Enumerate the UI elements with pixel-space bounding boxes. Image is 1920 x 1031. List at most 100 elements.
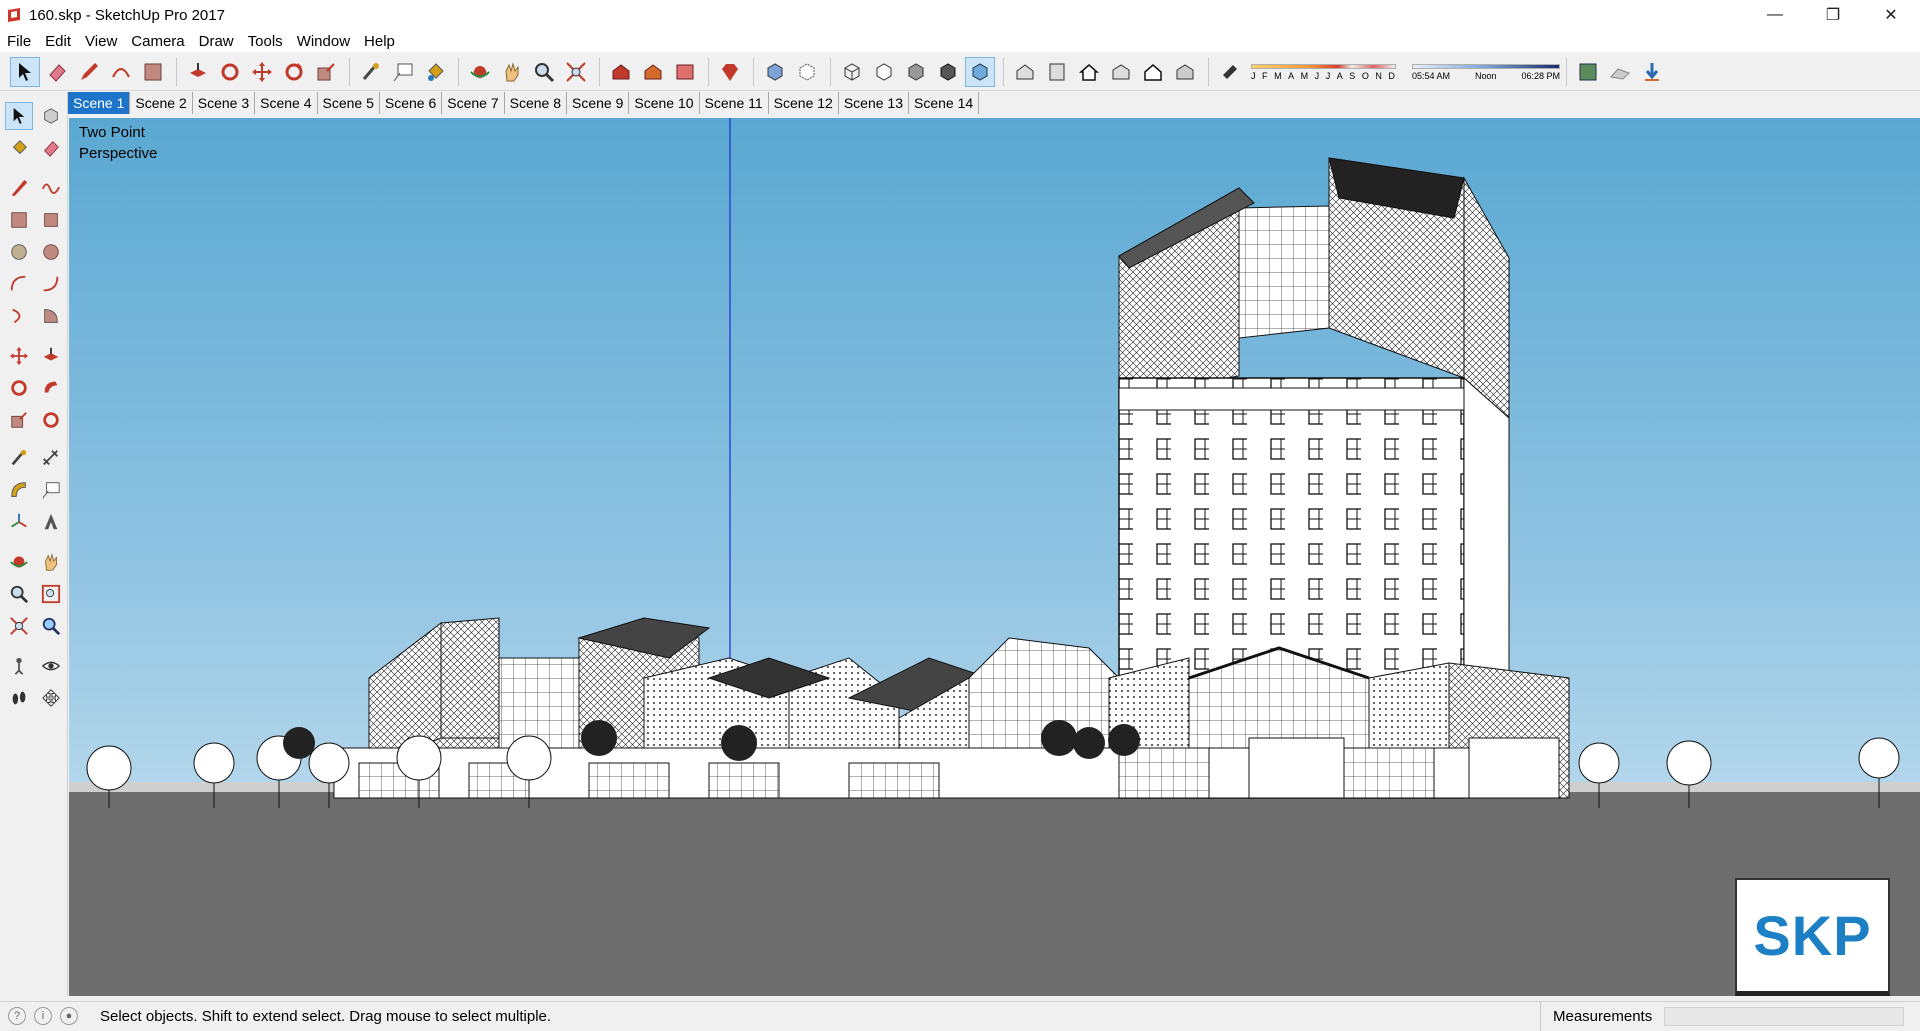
palette-text-button[interactable] [37, 476, 65, 504]
pan-button[interactable] [497, 57, 527, 87]
palette-pan-button[interactable] [37, 548, 65, 576]
text-tool-button[interactable] [388, 57, 418, 87]
warehouse-button[interactable] [606, 57, 636, 87]
palette-rotated-rectangle-button[interactable] [37, 206, 65, 234]
palette-line-button[interactable] [5, 174, 33, 202]
ruby-console-button[interactable] [715, 57, 745, 87]
palette-polygon-button[interactable] [37, 238, 65, 266]
palette-dimension-button[interactable] [37, 444, 65, 472]
palette-freehand-button[interactable] [37, 174, 65, 202]
push-pull-tool-button[interactable] [183, 57, 213, 87]
palette-arc-button[interactable] [5, 270, 33, 298]
offset-tool-button[interactable] [215, 57, 245, 87]
credits-info-icon[interactable]: i [34, 1007, 52, 1025]
geo-location-icon[interactable]: ? [8, 1007, 26, 1025]
menu-file[interactable]: File [0, 33, 38, 50]
palette-section-plane-button[interactable] [37, 684, 65, 712]
hidden-line-button[interactable] [869, 57, 899, 87]
extension-warehouse-button[interactable] [670, 57, 700, 87]
shadows-toggle-button[interactable] [1215, 57, 1245, 87]
minimize-button[interactable]: — [1746, 0, 1804, 30]
select-tool-button[interactable] [10, 57, 40, 87]
user-account-icon[interactable]: ● [60, 1007, 78, 1025]
palette-tape-measure-button[interactable] [5, 444, 33, 472]
tab-scene-12[interactable]: Scene 12 [769, 92, 839, 114]
menu-tools[interactable]: Tools [241, 33, 290, 50]
zoom-button[interactable] [529, 57, 559, 87]
palette-protractor-button[interactable] [5, 476, 33, 504]
palette-make-component-button[interactable] [37, 102, 65, 130]
menu-draw[interactable]: Draw [192, 33, 241, 50]
menu-window[interactable]: Window [290, 33, 357, 50]
tab-scene-11[interactable]: Scene 11 [700, 92, 769, 114]
measurements-input[interactable] [1664, 1007, 1904, 1026]
palette-select-button[interactable] [5, 102, 33, 130]
back-view-button[interactable] [1138, 57, 1168, 87]
zoom-extents-button[interactable] [561, 57, 591, 87]
eraser-tool-button[interactable] [42, 57, 72, 87]
shadow-date-slider[interactable]: J F M A M J J A S O N D [1251, 63, 1396, 81]
tab-scene-2[interactable]: Scene 2 [130, 92, 193, 114]
time-slider-track[interactable] [1412, 63, 1560, 69]
palette-orbit-button[interactable] [5, 548, 33, 576]
tab-scene-14[interactable]: Scene 14 [909, 92, 980, 114]
palette-previous-view-button[interactable] [37, 612, 65, 640]
tab-scene-13[interactable]: Scene 13 [839, 92, 910, 114]
tab-scene-6[interactable]: Scene 6 [380, 92, 443, 114]
rectangle-tool-button[interactable] [138, 57, 168, 87]
palette-walk-button[interactable] [5, 684, 33, 712]
line-tool-button[interactable] [74, 57, 104, 87]
menu-help[interactable]: Help [357, 33, 402, 50]
tab-scene-1[interactable]: Scene 1 [68, 92, 131, 114]
rotate-tool-button[interactable] [279, 57, 309, 87]
tab-scene-8[interactable]: Scene 8 [505, 92, 567, 114]
palette-rectangle-button[interactable] [5, 206, 33, 234]
model-viewport[interactable]: Two Point Perspective SKP [69, 118, 1920, 996]
palette-offset-button[interactable] [37, 406, 65, 434]
photo-textures-button[interactable] [1637, 57, 1667, 87]
date-slider-track[interactable] [1251, 63, 1396, 69]
palette-scale-button[interactable] [5, 406, 33, 434]
xray-style-button[interactable] [760, 57, 790, 87]
share-model-button[interactable] [638, 57, 668, 87]
iso-view-button[interactable] [1010, 57, 1040, 87]
tab-scene-3[interactable]: Scene 3 [193, 92, 256, 114]
palette-circle-button[interactable] [5, 238, 33, 266]
toggle-terrain-button[interactable] [1605, 57, 1635, 87]
palette-3pt-arc-button[interactable] [5, 302, 33, 330]
shaded-textures-button[interactable] [933, 57, 963, 87]
tab-scene-4[interactable]: Scene 4 [255, 92, 318, 114]
front-view-button[interactable] [1074, 57, 1104, 87]
tab-scene-5[interactable]: Scene 5 [318, 92, 380, 114]
palette-move-button[interactable] [5, 342, 33, 370]
add-location-button[interactable] [1573, 57, 1603, 87]
palette-zoom-window-button[interactable] [37, 580, 65, 608]
tape-measure-button[interactable] [356, 57, 386, 87]
arc-tool-button[interactable] [106, 57, 136, 87]
palette-pie-button[interactable] [37, 302, 65, 330]
close-button[interactable]: ✕ [1862, 0, 1920, 30]
tab-scene-7[interactable]: Scene 7 [442, 92, 505, 114]
monochrome-button[interactable] [965, 57, 995, 87]
palette-axes-button[interactable] [5, 508, 33, 536]
restore-button[interactable]: ❐ [1804, 0, 1862, 30]
left-view-button[interactable] [1170, 57, 1200, 87]
top-view-button[interactable] [1042, 57, 1072, 87]
palette-position-camera-button[interactable] [5, 652, 33, 680]
palette-3d-text-button[interactable] [37, 508, 65, 536]
tab-scene-9[interactable]: Scene 9 [567, 92, 630, 114]
palette-follow-me-button[interactable] [37, 374, 65, 402]
orbit-button[interactable] [465, 57, 495, 87]
shaded-button[interactable] [901, 57, 931, 87]
tab-scene-10[interactable]: Scene 10 [629, 92, 700, 114]
menu-view[interactable]: View [78, 33, 124, 50]
palette-paint-button[interactable] [5, 134, 33, 162]
palette-rotate-button[interactable] [5, 374, 33, 402]
wireframe-button[interactable] [837, 57, 867, 87]
palette-zoom-button[interactable] [5, 580, 33, 608]
palette-2pt-arc-button[interactable] [37, 270, 65, 298]
paint-bucket-button[interactable] [420, 57, 450, 87]
palette-zoom-extents-button[interactable] [5, 612, 33, 640]
back-edges-button[interactable] [792, 57, 822, 87]
palette-look-around-button[interactable] [37, 652, 65, 680]
